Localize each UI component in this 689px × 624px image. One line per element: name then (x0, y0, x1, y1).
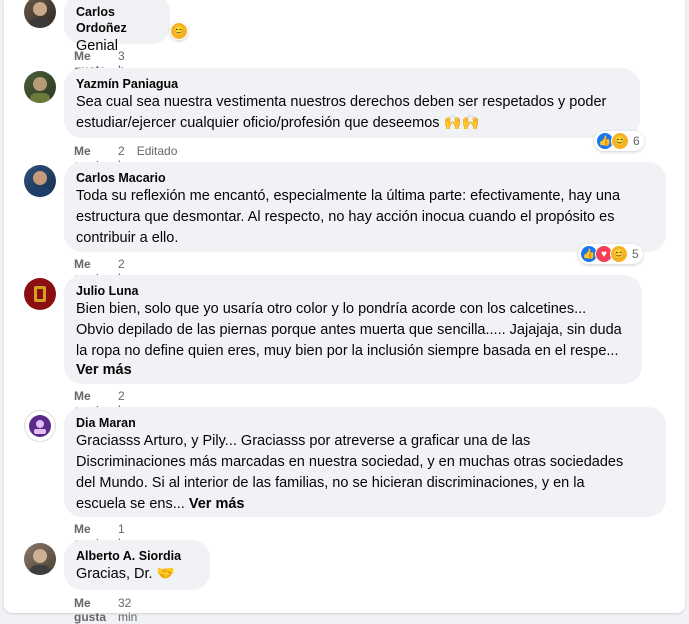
avatar[interactable] (24, 543, 56, 575)
avatar[interactable] (24, 410, 56, 442)
comment-actions: Me gusta 32 min (74, 596, 137, 624)
reaction-summary[interactable]: 👍 ♥ 😊 5 (578, 244, 643, 264)
avatar-image (30, 171, 50, 197)
avatar-image (30, 77, 50, 103)
comment-bubble: Julio Luna Bien bien, solo que yo usaría… (64, 275, 642, 384)
comment-text-line: estructura que desmontar. Al respecto, n… (76, 209, 615, 225)
avatar[interactable] (24, 0, 56, 28)
comment-text-line: contribuir a ello. (76, 230, 179, 246)
care-reaction-icon: 😊 (610, 245, 628, 263)
care-reaction-icon: 😊 (611, 132, 629, 150)
comment-text-truncated: escuela se ens... (76, 496, 185, 512)
comment-bubble: Carlos Ordoñez Genial (64, 0, 170, 54)
comment-author[interactable]: Julio Luna (76, 283, 630, 299)
reaction-summary[interactable]: 👍 😊 6 (594, 131, 644, 151)
comment-bubble: Dia Maran Graciasss Arturo, y Pily... Gr… (64, 407, 666, 517)
comment-text-line: Graciasss Arturo, y Pily... Graciasss po… (76, 433, 531, 449)
comment-bubble: Alberto A. Siordia Gracias, Dr. 🤝 (64, 540, 210, 590)
comment-text: Gracias, Dr. 🤝 (76, 566, 175, 582)
avatar-image (30, 549, 50, 575)
comment-text-line: Sea cual sea nuestra vestimenta nuestros… (76, 94, 607, 110)
reaction-badge[interactable]: 😊 (170, 22, 188, 40)
comments-panel: Carlos Ordoñez Genial 😊 Me gusta 3 h Yaz… (4, 0, 685, 624)
care-reaction-icon: 😊 (170, 22, 188, 40)
comment-author[interactable]: Dia Maran (76, 415, 654, 431)
comment-text-line: la ropa no define quien eres, muy bien p… (76, 343, 619, 359)
comment-bubble: Carlos Macario Toda su reflexión me enca… (64, 162, 666, 252)
comment-text-line: Discriminaciones más marcadas en nuestra… (76, 454, 624, 470)
see-more-link[interactable]: Ver más (189, 496, 245, 512)
comment-author[interactable]: Carlos Macario (76, 170, 654, 186)
avatar[interactable] (24, 278, 56, 310)
comment-bubble: Yazmín Paniagua Sea cual sea nuestra ves… (64, 68, 640, 138)
comment-text-line: Bien bien, solo que yo usaría otro color… (76, 301, 587, 317)
reaction-count: 6 (633, 134, 640, 148)
avatar-image (34, 286, 46, 302)
comment-author[interactable]: Alberto A. Siordia (76, 548, 198, 564)
see-more-link[interactable]: Ver más (76, 362, 630, 378)
avatar[interactable] (24, 165, 56, 197)
timestamp[interactable]: 32 min (118, 596, 137, 624)
comment-text-line: estudiar/ejercer cualquier oficio/profes… (76, 115, 480, 131)
avatar[interactable] (24, 71, 56, 103)
avatar-image (30, 2, 50, 28)
avatar-image (29, 415, 51, 437)
comment-author[interactable]: Carlos Ordoñez (76, 4, 158, 36)
like-button[interactable]: Me gusta (74, 596, 106, 624)
comment-author[interactable]: Yazmín Paniagua (76, 76, 628, 92)
comment-text-line: Obvio depilado de las piernas porque ant… (76, 322, 622, 338)
comment-text-line: del Mundo. Si al interior de las familia… (76, 475, 585, 491)
comment-text-line: Toda su reflexión me encantó, especialme… (76, 188, 621, 204)
reaction-count: 5 (632, 247, 639, 261)
comment-text-line: escuela se ens... Ver más (76, 494, 654, 515)
